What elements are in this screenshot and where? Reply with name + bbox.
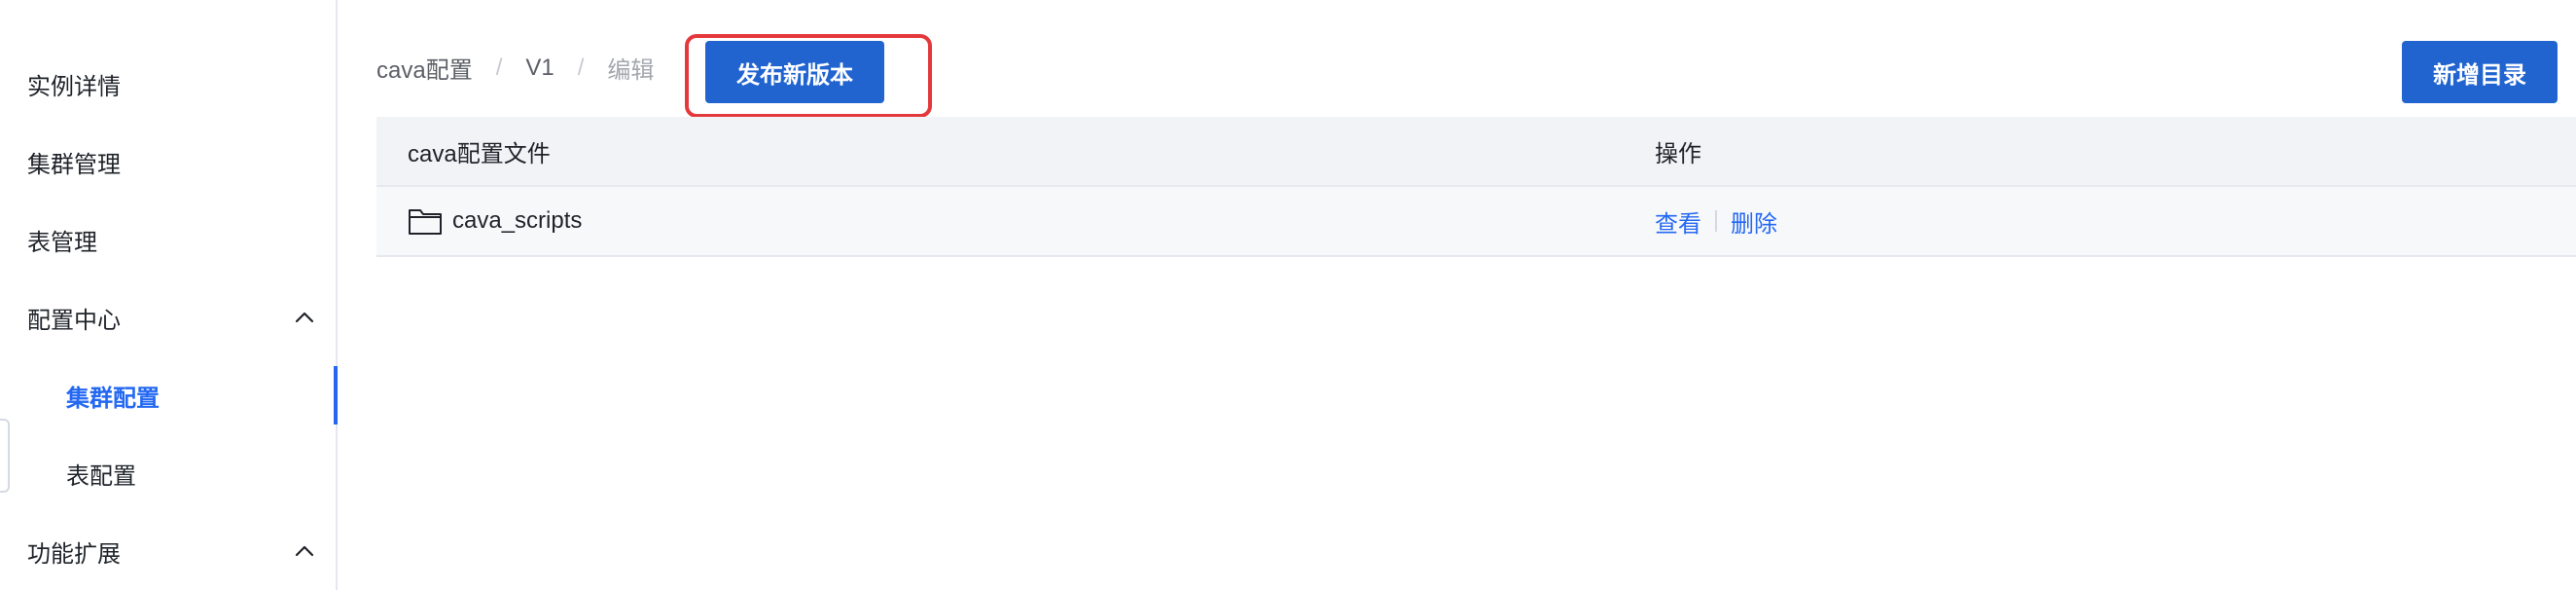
sidebar-item-config-center[interactable]: 配置中心	[0, 288, 336, 347]
sidebar-item-cluster-config[interactable]: 集群配置	[0, 366, 338, 424]
sidebar: 实例详情 集群管理 表管理 配置中心 集群配置 表配置 功能扩展	[0, 0, 338, 590]
file-name[interactable]: cava_scripts	[452, 207, 582, 235]
breadcrumb-item-edit: 编辑	[607, 57, 655, 84]
sidebar-item-label: 集群管理	[27, 151, 121, 178]
actions-cell: 查看 删除	[1655, 187, 1777, 255]
column-header-actions: 操作	[1655, 140, 1701, 167]
main-content: cava配置 / V1 / 编辑 发布新版本 新增目录 cava配置文件 操作 …	[338, 0, 2576, 590]
breadcrumb-item-cava-config[interactable]: cava配置	[376, 51, 473, 85]
sidebar-collapse-handle[interactable]	[0, 419, 10, 493]
breadcrumb: cava配置 / V1 / 编辑	[376, 51, 654, 85]
chevron-up-icon[interactable]	[293, 306, 316, 329]
sidebar-item-label: 表管理	[27, 229, 97, 256]
breadcrumb-separator: /	[495, 54, 503, 81]
publish-new-version-button[interactable]: 发布新版本	[705, 41, 884, 103]
column-header-file: cava配置文件	[408, 140, 551, 167]
config-files-table: cava配置文件 操作 cava_scripts 查看 删除	[376, 117, 2576, 257]
view-link[interactable]: 查看	[1655, 204, 1701, 239]
sidebar-item-label: 实例详情	[27, 73, 121, 100]
sidebar-item-feature-extension[interactable]: 功能扩展	[0, 522, 336, 580]
sidebar-item-label: 表配置	[66, 462, 136, 490]
breadcrumb-item-version[interactable]: V1	[525, 55, 554, 82]
file-name-cell: cava_scripts	[408, 187, 582, 255]
sidebar-item-table-config[interactable]: 表配置	[0, 444, 336, 502]
delete-link[interactable]: 删除	[1731, 204, 1777, 239]
breadcrumb-separator: /	[577, 54, 585, 81]
action-divider	[1715, 210, 1717, 232]
table-header: cava配置文件 操作	[376, 117, 2576, 187]
chevron-up-icon[interactable]	[293, 539, 316, 563]
sidebar-item-label: 功能扩展	[27, 540, 121, 568]
sidebar-item-instance-details[interactable]: 实例详情	[0, 55, 336, 113]
sidebar-item-table-management[interactable]: 表管理	[0, 210, 336, 269]
add-directory-button[interactable]: 新增目录	[2402, 41, 2558, 103]
sidebar-item-label: 集群配置	[66, 385, 160, 412]
table-row: cava_scripts 查看 删除	[376, 187, 2576, 257]
sidebar-item-label: 配置中心	[27, 307, 121, 334]
folder-icon	[409, 209, 442, 235]
sidebar-item-cluster-management[interactable]: 集群管理	[0, 132, 336, 191]
